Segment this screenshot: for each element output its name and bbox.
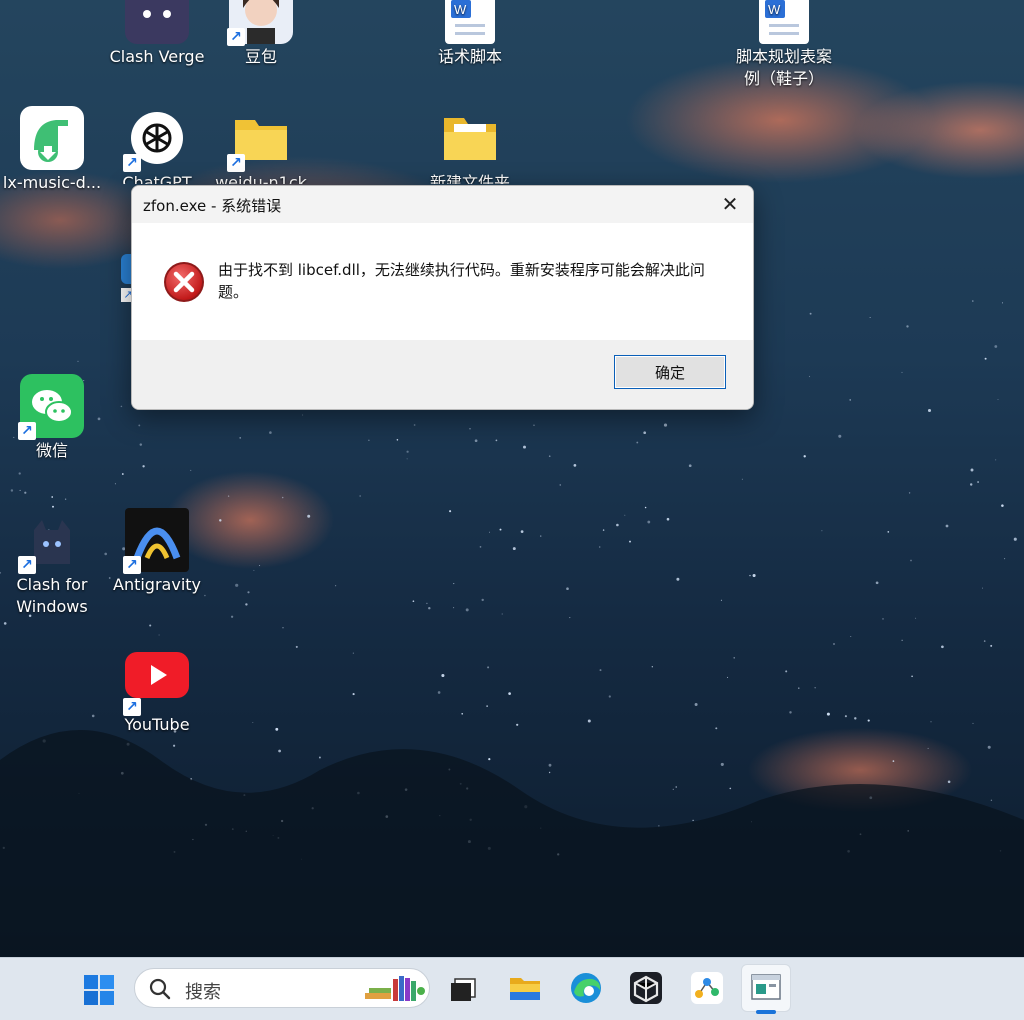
nodes-app-icon[interactable] — [689, 970, 725, 1006]
ok-button[interactable]: 确定 — [614, 355, 726, 389]
desktop-icon-label: ChatGPT — [122, 173, 192, 184]
shortcut-arrow-icon: ↗ — [123, 556, 141, 574]
dialog-body: 由于找不到 libcef.dll，无法继续执行代码。重新安装程序可能会解决此问题… — [132, 223, 753, 340]
desktop-icon-chatgpt[interactable]: ↗ ChatGPT — [102, 106, 212, 184]
folder-icon — [438, 106, 502, 170]
dialog-message: 由于找不到 libcef.dll，无法继续执行代码。重新安装程序可能会解决此问题… — [218, 261, 705, 301]
desktop-icon-label: 新建文件夹 — [429, 173, 510, 184]
desktop-icon-jiaoben-guihua[interactable]: W 脚本规划表案例（鞋子） — [724, 0, 844, 90]
close-button[interactable]: ✕ — [707, 186, 753, 223]
taskbar: 搜索 — [0, 957, 1024, 1020]
shortcut-arrow-icon: ↗ — [227, 28, 245, 46]
search-highlight-books-icon — [365, 976, 425, 1001]
active-indicator — [756, 1010, 776, 1014]
desktop-icon-label: Clash Verge — [109, 47, 205, 66]
clash-verge-cat-icon — [125, 0, 189, 44]
edge-icon[interactable] — [568, 970, 604, 1006]
error-icon — [164, 262, 204, 302]
desktop-icon-lx-music[interactable]: lx-music-d... — [0, 106, 107, 194]
desktop-icon-antigravity[interactable]: ↗ Antigravity — [102, 508, 212, 596]
desktop-icon-label: lx-music-d... — [2, 173, 102, 192]
folder-icon: ↗ — [227, 106, 293, 172]
shortcut-arrow-icon: ↗ — [123, 698, 141, 716]
task-view-icon[interactable] — [446, 970, 482, 1006]
chatgpt-icon: ↗ — [123, 106, 189, 172]
folder-icon[interactable] — [507, 970, 543, 1006]
desktop-icon-label: YouTube — [124, 715, 190, 734]
search-icon — [149, 978, 171, 1000]
desktop-icon-wechat[interactable]: ↗ 微信 — [0, 374, 107, 462]
desktop-icon-weidu-folder[interactable]: ↗ weidu-n1ck — [206, 106, 316, 184]
desktop-icon-new-folder[interactable]: 新建文件夹 — [415, 106, 525, 184]
desktop-icon-clash-verge[interactable]: Clash Verge — [102, 0, 212, 68]
desktop-icon-label: 脚本规划表案例（鞋子） — [735, 47, 832, 88]
doubao-avatar-icon: ↗ — [227, 0, 293, 46]
desktop-icon-doubao[interactable]: ↗ 豆包 — [206, 0, 316, 68]
close-icon: ✕ — [721, 192, 739, 216]
youtube-icon: ↗ — [123, 652, 189, 716]
svg-text:W: W — [454, 2, 467, 17]
shortcut-arrow-icon: ↗ — [18, 556, 36, 574]
word-document-icon: W — [445, 0, 495, 44]
lx-music-icon — [20, 106, 84, 170]
dialog-titlebar[interactable]: zfon.exe - 系统错误 ✕ — [132, 186, 753, 223]
desktop-icon-label: Antigravity — [113, 575, 201, 594]
wechat-icon: ↗ — [18, 374, 84, 440]
dialog-title: zfon.exe - 系统错误 — [143, 197, 282, 215]
svg-text:W: W — [768, 2, 781, 17]
desktop-icon-youtube[interactable]: ↗ YouTube — [102, 650, 212, 736]
clash-cat-icon: ↗ — [18, 508, 84, 574]
desktop-icon-label: 话术脚本 — [437, 47, 502, 66]
window-icon — [751, 974, 781, 1000]
search-placeholder: 搜索 — [185, 982, 221, 1003]
antigravity-icon: ↗ — [123, 508, 189, 574]
desktop-icon-label: weidu-n1ck — [215, 173, 307, 184]
cube-app-icon[interactable] — [628, 970, 664, 1006]
desktop-icon-huashu-jiaoben[interactable]: W 话术脚本 — [415, 0, 525, 68]
desktop-icon-clash-for-windows[interactable]: ↗ Clash for Windows — [0, 508, 107, 618]
desktop-icon-label: Clash for Windows — [16, 575, 88, 616]
shortcut-arrow-icon: ↗ — [227, 154, 245, 172]
desktop-icon-label: 微信 — [35, 441, 68, 460]
error-dialog: zfon.exe - 系统错误 ✕ 由于找不到 libcef.dll，无法继续执… — [131, 185, 754, 410]
active-window-button[interactable] — [741, 964, 791, 1012]
taskbar-search-box[interactable]: 搜索 — [134, 968, 430, 1008]
shortcut-arrow-icon: ↗ — [18, 422, 36, 440]
shortcut-arrow-icon: ↗ — [123, 154, 141, 172]
desktop-icon-label: 豆包 — [244, 47, 277, 66]
dialog-footer: 确定 — [132, 340, 753, 409]
windows-logo-icon[interactable] — [83, 974, 115, 1006]
word-document-icon: W — [759, 0, 809, 44]
